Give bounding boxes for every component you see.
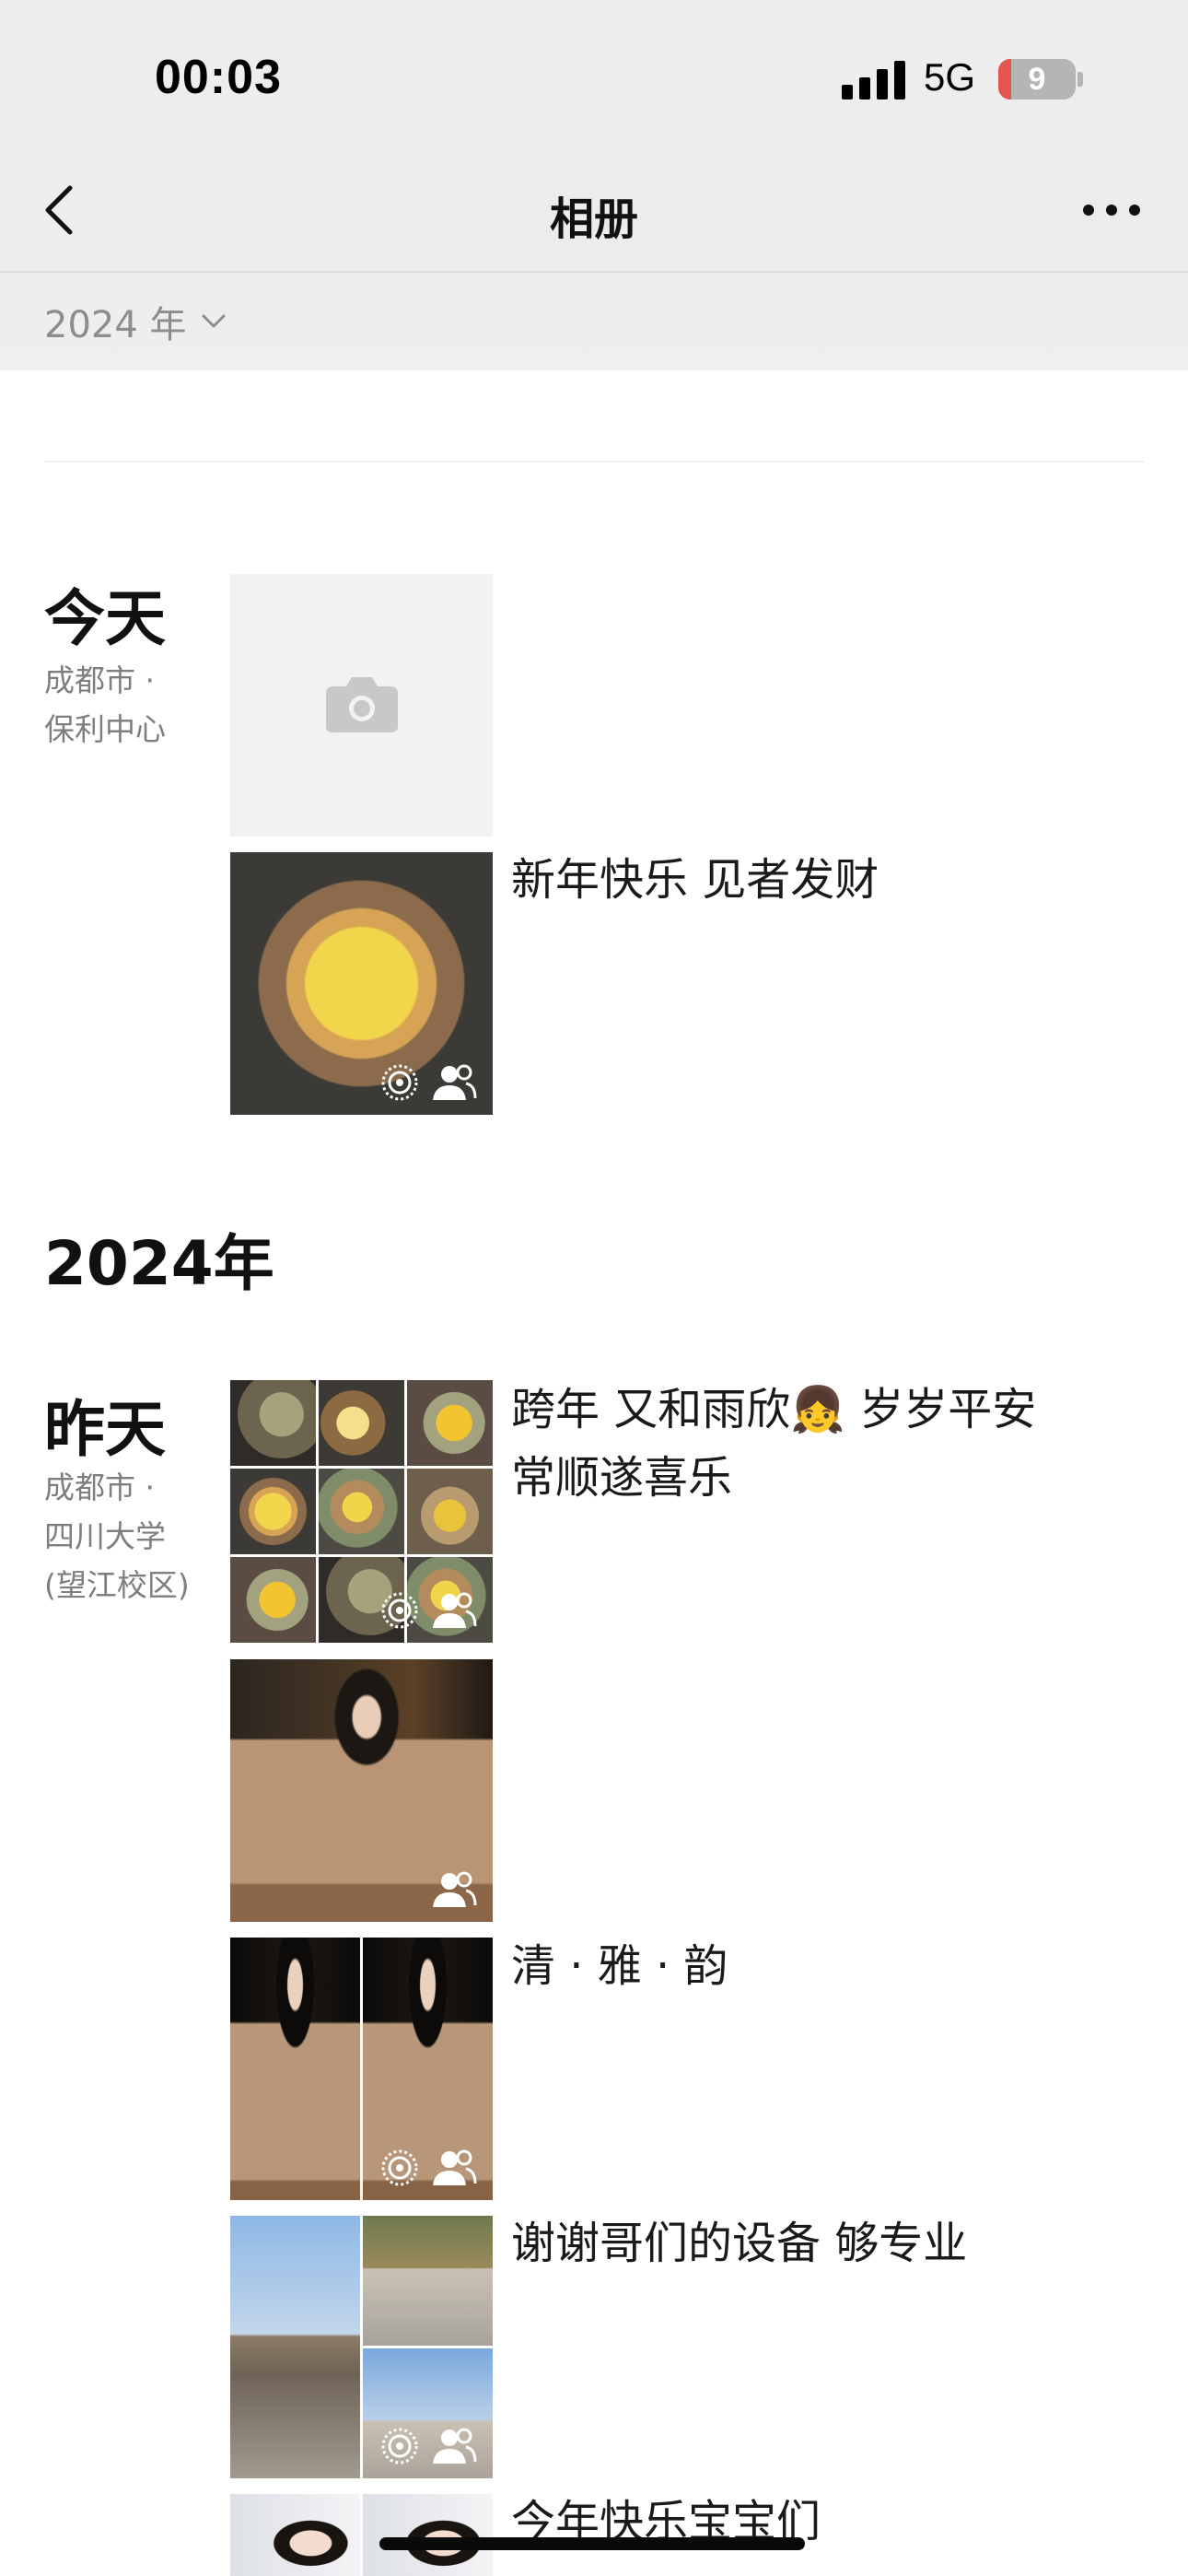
post-photo	[230, 1557, 316, 1643]
post-thumbnail[interactable]	[230, 1659, 493, 1922]
post-photo	[230, 2216, 360, 2478]
post-photo	[407, 1380, 493, 1466]
live-photo-icon	[381, 1592, 418, 1629]
day-label-yesterday: 昨天	[44, 1394, 166, 1465]
chevron-down-icon	[202, 314, 226, 328]
home-indicator[interactable]	[379, 2537, 805, 2550]
post-thumbnail[interactable]	[230, 1938, 493, 2200]
year-heading: 2024年	[44, 1228, 274, 1299]
location-line: (望江校区)	[44, 1567, 190, 1603]
location-today: 成都市 · 保利中心	[44, 656, 228, 754]
location-line: 成都市 ·	[44, 662, 155, 698]
live-photo-icon	[381, 1064, 418, 1101]
status-time: 00:03	[155, 51, 282, 104]
visible-to-icon	[433, 1871, 477, 1907]
location-line: 四川大学	[44, 1518, 166, 1554]
post-photo	[230, 1938, 360, 2200]
post-photo	[230, 1469, 316, 1554]
post-photo	[319, 1469, 404, 1554]
content-divider	[44, 461, 1144, 463]
more-options-icon[interactable]	[1079, 192, 1144, 228]
post-photo	[319, 1380, 404, 1466]
post-caption[interactable]: 清 · 雅 · 韵	[511, 1932, 1147, 2000]
page-title: 相册	[549, 193, 638, 245]
post-photo	[230, 1380, 316, 1466]
caption-line: 跨年 又和雨欣👧 岁岁平安	[511, 1384, 1037, 1435]
nav-divider	[0, 271, 1188, 273]
live-photo-icon	[381, 2428, 418, 2465]
visible-to-icon	[433, 1592, 477, 1628]
post-caption[interactable]: 谢谢哥们的设备 够专业	[511, 2209, 1147, 2277]
location-yesterday: 成都市 · 四川大学 (望江校区)	[44, 1463, 228, 1610]
location-line: 成都市 ·	[44, 1469, 155, 1505]
camera-icon	[326, 677, 398, 732]
post-caption[interactable]: 跨年 又和雨欣👧 岁岁平安 常顺遂喜乐	[511, 1376, 1147, 1512]
battery-percent: 9	[1028, 62, 1046, 97]
header-area: 00:03 5G 9 相册 2024 年	[0, 0, 1188, 370]
visible-to-icon	[433, 1064, 477, 1100]
battery-cap	[1077, 72, 1083, 87]
cellular-signal-icon	[842, 61, 905, 100]
post-thumbnail[interactable]	[230, 852, 493, 1115]
post-thumbnail[interactable]	[230, 2216, 493, 2478]
post-thumbnail[interactable]	[230, 1380, 493, 1643]
year-filter-dropdown[interactable]: 2024 年	[44, 295, 226, 348]
post-photo	[363, 2494, 493, 2576]
visible-to-icon	[433, 2149, 477, 2185]
live-photo-icon	[381, 2149, 418, 2186]
post-photo	[407, 1469, 493, 1554]
post-photo	[230, 2494, 360, 2576]
network-type: 5G	[924, 55, 976, 99]
post-caption[interactable]: 新年快乐 见者发财	[511, 846, 1147, 914]
location-line: 保利中心	[44, 711, 166, 747]
add-post-thumbnail[interactable]	[230, 574, 493, 837]
post-photo	[363, 2216, 493, 2346]
year-filter-label: 2024 年	[44, 304, 187, 346]
visible-to-icon	[433, 2428, 477, 2464]
battery-icon: 9	[998, 59, 1076, 100]
day-label-today: 今天	[44, 583, 166, 654]
caption-line: 常顺遂喜乐	[511, 1452, 733, 1504]
post-thumbnail[interactable]	[230, 2494, 493, 2576]
